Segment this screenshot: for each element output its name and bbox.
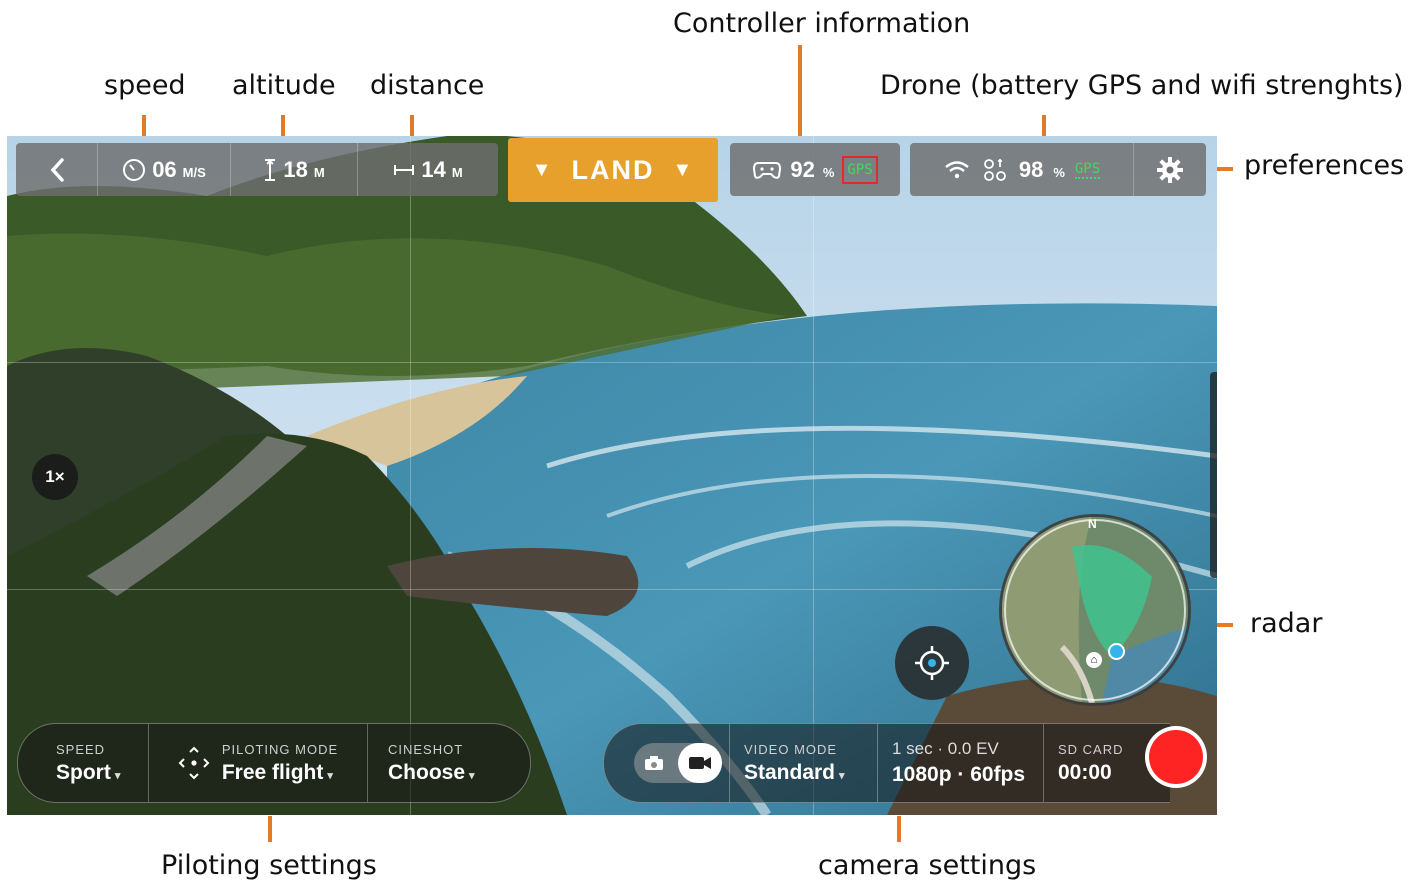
capture-mode-toggle[interactable] bbox=[604, 724, 730, 802]
back-button[interactable] bbox=[16, 143, 98, 196]
annotation-controller: Controller information bbox=[673, 8, 971, 39]
radar-north-label: N bbox=[1088, 517, 1097, 531]
camera-icon bbox=[644, 756, 663, 770]
video-mode-label: VIDEO MODE bbox=[744, 741, 838, 757]
exposure-value: 1 sec · 0.0 EV bbox=[892, 739, 999, 758]
speed-value: 06 bbox=[152, 156, 177, 182]
camera-viewport[interactable]: 06 M/S 18 M 14 M ▼ LAND ▼ 92% GPS 98% GPS bbox=[7, 136, 1217, 815]
side-panel-handle[interactable] bbox=[1210, 372, 1217, 578]
controller-battery: 92 bbox=[790, 156, 815, 182]
annotation-camera: camera settings bbox=[818, 850, 1037, 881]
gear-icon bbox=[1157, 156, 1183, 183]
sd-card-label: SD CARD bbox=[1058, 741, 1124, 757]
directional-pad-icon bbox=[178, 746, 210, 780]
sd-card-time: 00:00 bbox=[1058, 760, 1112, 784]
grid-line bbox=[7, 362, 1217, 363]
grid-line bbox=[410, 136, 411, 815]
caret-down-icon: ▾ bbox=[114, 769, 121, 782]
chevron-left-icon bbox=[50, 157, 64, 182]
wifi-icon bbox=[945, 160, 969, 178]
speed-indicator: 06 M/S bbox=[98, 143, 231, 196]
resolution-value: 1080p · 60fps bbox=[892, 763, 1026, 786]
grid-line bbox=[813, 136, 814, 815]
piloting-mode-value: Free flight bbox=[221, 760, 324, 784]
caret-down-icon: ▼ bbox=[531, 158, 554, 181]
speed-setting[interactable]: SPEED Sport ▾ bbox=[18, 724, 149, 802]
annotation-radar: radar bbox=[1250, 608, 1323, 639]
controller-info[interactable]: 92% GPS bbox=[730, 143, 900, 196]
altitude-unit: M bbox=[313, 165, 325, 180]
preferences-button[interactable] bbox=[1134, 143, 1206, 196]
drone-position-marker bbox=[1108, 643, 1125, 660]
altitude-value: 18 bbox=[283, 156, 308, 182]
piloting-settings-bar: SPEED Sport ▾ PILOTING MODE Free flight ▾ … bbox=[17, 723, 531, 803]
home-icon: ⌂ bbox=[1086, 652, 1102, 668]
record-dot bbox=[1149, 730, 1203, 784]
annotation-speed: speed bbox=[104, 70, 186, 101]
speed-setting-label: SPEED bbox=[56, 741, 106, 757]
controller-status: 92% GPS bbox=[730, 143, 900, 196]
speed-setting-value: Sport bbox=[56, 760, 111, 784]
distance-icon bbox=[394, 164, 415, 175]
record-button[interactable] bbox=[1145, 726, 1207, 788]
speed-unit: M/S bbox=[182, 165, 206, 180]
exposure-resolution-setting[interactable]: 1 sec · 0.0 EV 1080p · 60fps bbox=[878, 724, 1044, 802]
drone-gps-badge: GPS bbox=[1074, 160, 1101, 179]
distance-indicator: 14 M bbox=[358, 143, 498, 196]
altitude-indicator: 18 M bbox=[231, 143, 358, 196]
radar-minimap[interactable]: N ⌂ bbox=[999, 514, 1191, 706]
zoom-button[interactable]: 1× bbox=[32, 454, 78, 500]
video-mode-setting[interactable]: VIDEO MODE Standard ▾ bbox=[730, 724, 878, 802]
annotation-tick bbox=[798, 45, 802, 143]
annotation-piloting: Piloting settings bbox=[161, 850, 377, 881]
annotation-altitude: altitude bbox=[232, 70, 336, 101]
land-label: LAND bbox=[571, 154, 655, 185]
piloting-mode-setting[interactable]: PILOTING MODE Free flight ▾ bbox=[149, 724, 368, 802]
camera-settings-bar: VIDEO MODE Standard ▾ 1 sec · 0.0 EV 1080… bbox=[603, 723, 1170, 803]
distance-value: 14 bbox=[421, 156, 446, 182]
annotation-drone: Drone (battery GPS and wifi strenghts) bbox=[880, 70, 1404, 101]
altitude-icon bbox=[265, 158, 276, 181]
aerial-landscape-image bbox=[7, 136, 1217, 815]
speedometer-icon bbox=[123, 158, 146, 181]
drone-icon bbox=[983, 158, 1006, 181]
cineshot-label: CINESHOT bbox=[388, 741, 464, 757]
recenter-button[interactable] bbox=[895, 626, 969, 700]
drone-status[interactable]: 98% GPS bbox=[910, 143, 1134, 196]
gamepad-icon bbox=[753, 161, 782, 179]
caret-down-icon: ▾ bbox=[469, 769, 475, 782]
annotation-preferences: preferences bbox=[1244, 150, 1405, 181]
distance-unit: M bbox=[451, 165, 463, 180]
caret-down-icon: ▾ bbox=[327, 769, 333, 782]
cineshot-value: Choose bbox=[388, 760, 466, 784]
annotation-distance: distance bbox=[370, 70, 485, 101]
radar-map bbox=[1002, 517, 1188, 703]
video-mode-value: Standard bbox=[744, 760, 836, 784]
caret-down-icon: ▾ bbox=[839, 769, 845, 782]
controller-gps-badge: GPS bbox=[842, 155, 878, 184]
caret-down-icon: ▼ bbox=[672, 158, 695, 181]
drone-info: 98% GPS bbox=[910, 143, 1206, 196]
land-button[interactable]: ▼ LAND ▼ bbox=[508, 138, 718, 202]
drone-battery: 98 bbox=[1018, 156, 1044, 182]
annotation-tick bbox=[897, 816, 901, 842]
video-icon bbox=[688, 757, 711, 769]
flight-info-bar: 06 M/S 18 M 14 M bbox=[16, 143, 498, 196]
annotation-tick bbox=[268, 816, 272, 842]
piloting-mode-label: PILOTING MODE bbox=[221, 741, 339, 757]
crosshair-icon bbox=[915, 646, 949, 680]
cineshot-setting[interactable]: CINESHOT Choose ▾ bbox=[368, 724, 528, 802]
battery-unit: % bbox=[1053, 165, 1065, 180]
battery-unit: % bbox=[822, 165, 835, 180]
video-mode-selected[interactable] bbox=[677, 743, 722, 783]
